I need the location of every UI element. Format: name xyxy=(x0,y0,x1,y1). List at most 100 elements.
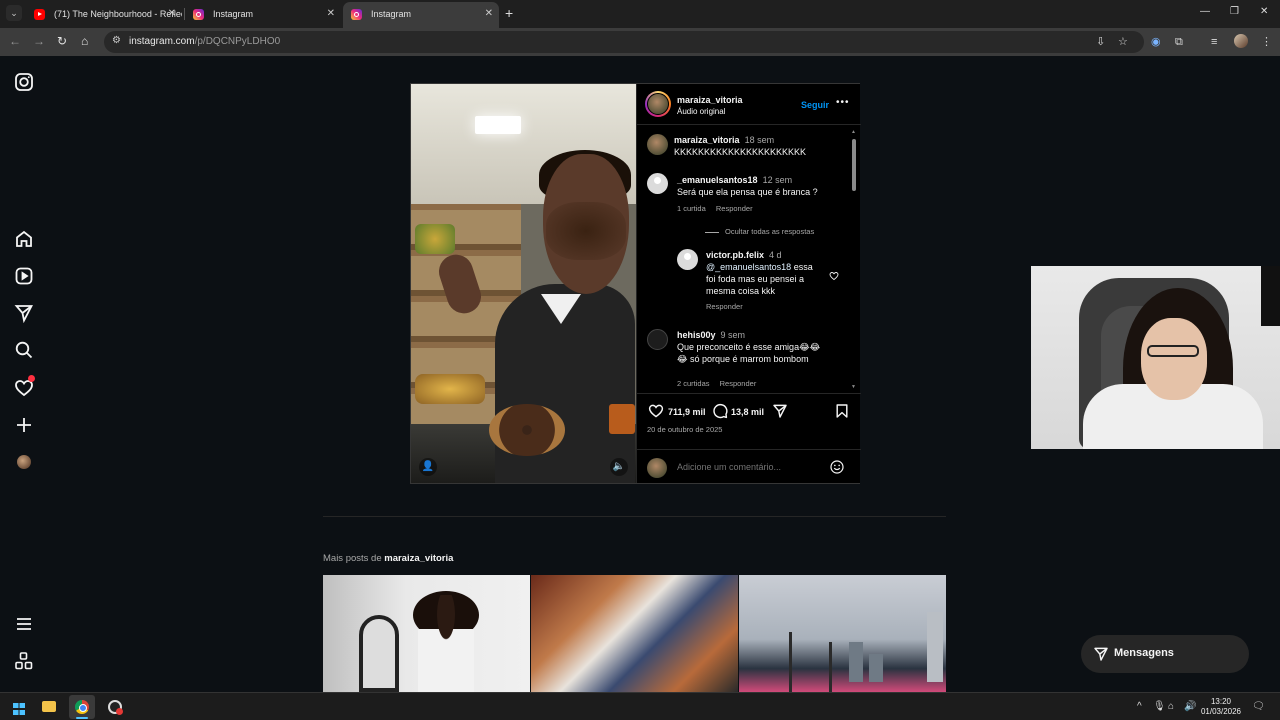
like-comment-icon[interactable] xyxy=(829,271,839,281)
comment-input[interactable]: Adicione um comentário... xyxy=(677,462,781,472)
instagram-logo-icon[interactable] xyxy=(14,72,34,92)
comment-username[interactable]: _emanuelsantos18 xyxy=(677,175,758,185)
browser-tab-instagram[interactable]: Instagram ✕ xyxy=(185,3,341,25)
browser-menu-icon[interactable]: ⋮ xyxy=(1261,35,1272,49)
comment-icon[interactable] xyxy=(712,403,728,419)
notifications-heart-icon[interactable] xyxy=(14,375,35,398)
volume-icon[interactable]: 🔈 xyxy=(610,458,628,476)
comments-count[interactable]: 13,8 mil xyxy=(731,407,764,417)
network-icon[interactable]: ⌂ xyxy=(1168,701,1174,713)
comment-text: Será que ela pensa que é branca ? xyxy=(677,187,818,197)
comment-header: maraiza_vitoria 18 sem xyxy=(674,134,774,146)
author-avatar[interactable] xyxy=(645,91,671,117)
likes-count[interactable]: 711,9 mil xyxy=(668,407,706,417)
forward-icon[interactable]: → xyxy=(33,34,45,48)
tray-chevron-icon[interactable]: ^ xyxy=(1137,701,1142,713)
back-icon[interactable]: ← xyxy=(9,34,21,48)
tab-search-button[interactable]: ⌄ xyxy=(6,5,22,21)
comment-likes[interactable]: 1 curtida xyxy=(677,204,706,213)
browser-profile-avatar[interactable] xyxy=(1234,34,1248,48)
reading-list-icon[interactable]: ≡ xyxy=(1211,35,1217,49)
commenter-avatar[interactable] xyxy=(647,329,668,350)
thumbnail-palm xyxy=(789,632,792,692)
close-tab-icon[interactable]: ✕ xyxy=(485,2,493,26)
system-clock[interactable]: 13:20 01/03/2026 xyxy=(1196,697,1246,717)
comment-username[interactable]: hehis00y xyxy=(677,330,716,340)
comment-time: 18 sem xyxy=(744,135,775,145)
hide-replies-button[interactable]: Ocultar todas as respostas xyxy=(725,227,814,236)
browser-toolbar: ← → ↻ ⌂ ⚙ instagram.com/p/DQCNPyLDHO0 ⇩ … xyxy=(0,28,1280,56)
window-close-icon[interactable]: ✕ xyxy=(1260,6,1268,17)
tagged-user-icon[interactable]: 👤 xyxy=(419,458,437,476)
browser-tab-youtube[interactable]: (71) The Neighbourhood - Reflec ✕ xyxy=(26,3,182,25)
site-info-icon[interactable]: ⚙ xyxy=(112,35,121,46)
commenter-avatar[interactable] xyxy=(647,173,668,194)
url-path: /p/DQCNPyLDHO0 xyxy=(194,36,281,47)
new-tab-button[interactable]: + xyxy=(505,5,513,21)
scroll-down-arrow-icon[interactable]: ▼ xyxy=(851,384,856,390)
author-username[interactable]: maraiza_vitoria xyxy=(677,95,743,105)
address-bar[interactable]: ⚙ instagram.com/p/DQCNPyLDHO0 ⇩ ☆ xyxy=(104,31,1144,53)
more-post-thumbnail[interactable] xyxy=(531,575,738,692)
thumbnail-palm xyxy=(829,642,832,692)
comments-scrollbar[interactable]: ▲ ▼ xyxy=(850,129,858,391)
taskbar-file-explorer[interactable] xyxy=(36,695,62,719)
notification-dot xyxy=(28,375,35,382)
home-icon[interactable] xyxy=(14,229,34,249)
microphone-icon[interactable]: 🎙 xyxy=(1153,701,1166,713)
extension-icon[interactable]: ◉ xyxy=(1151,35,1161,49)
volume-tray-icon[interactable]: 🔊 xyxy=(1184,701,1196,713)
comment-likes[interactable]: 2 curtidas xyxy=(677,379,710,388)
taskbar-obs[interactable] xyxy=(102,695,128,719)
clock-date: 01/03/2026 xyxy=(1200,707,1242,716)
folder-icon xyxy=(42,701,56,712)
audio-label[interactable]: Áudio original xyxy=(677,107,725,116)
reels-icon[interactable] xyxy=(14,266,34,286)
bookmark-star-icon[interactable]: ☆ xyxy=(1118,35,1128,49)
more-post-thumbnail[interactable] xyxy=(739,575,946,692)
browser-tab-instagram-active[interactable]: Instagram ✕ xyxy=(343,2,499,28)
reply-button[interactable]: Responder xyxy=(716,204,753,213)
start-button[interactable] xyxy=(3,695,29,719)
follow-button[interactable]: Seguir xyxy=(801,100,829,110)
messages-label: Mensagens xyxy=(1114,647,1174,659)
notification-center-icon[interactable]: 🗨 xyxy=(1252,701,1265,713)
post-video[interactable]: 👤 🔈 xyxy=(411,84,636,483)
more-post-thumbnail[interactable] xyxy=(323,575,530,692)
reply-button[interactable]: Responder xyxy=(720,379,757,388)
save-bookmark-icon[interactable] xyxy=(834,403,850,419)
comment-mention[interactable]: @_emanuelsantos18 xyxy=(706,262,791,272)
url-text[interactable]: instagram.com/p/DQCNPyLDHO0 xyxy=(129,36,280,47)
share-icon[interactable] xyxy=(772,403,788,419)
commenter-avatar[interactable] xyxy=(647,134,668,155)
apps-icon[interactable] xyxy=(14,651,34,671)
reply-button[interactable]: Responder xyxy=(706,302,743,311)
profile-avatar[interactable] xyxy=(17,455,31,469)
instagram-icon xyxy=(351,9,362,20)
home-icon[interactable]: ⌂ xyxy=(81,34,88,48)
create-icon[interactable] xyxy=(14,415,34,435)
comment-username[interactable]: victor.pb.felix xyxy=(706,250,764,260)
taskbar-chrome[interactable] xyxy=(69,695,95,719)
comments-list[interactable]: maraiza_vitoria 18 sem KKKKKKKKKKKKKKKKK… xyxy=(637,125,861,393)
current-user-avatar xyxy=(647,458,667,478)
direct-icon[interactable] xyxy=(14,303,34,324)
extensions-puzzle-icon[interactable]: ⧉ xyxy=(1175,35,1183,49)
messages-button[interactable]: Mensagens xyxy=(1081,635,1249,673)
comment-username[interactable]: maraiza_vitoria xyxy=(674,135,740,145)
more-posts-username[interactable]: maraiza_vitoria xyxy=(384,553,453,564)
more-options-button[interactable]: ••• xyxy=(836,97,850,108)
close-tab-icon[interactable]: ✕ xyxy=(327,3,335,25)
search-icon[interactable] xyxy=(14,340,34,360)
restore-icon[interactable]: ❐ xyxy=(1230,6,1239,17)
commenter-avatar[interactable] xyxy=(677,249,698,270)
scroll-up-arrow-icon[interactable]: ▲ xyxy=(851,129,856,135)
scrollbar-thumb[interactable] xyxy=(852,139,856,191)
minimize-icon[interactable]: — xyxy=(1200,6,1210,17)
menu-icon[interactable] xyxy=(14,614,34,634)
like-icon[interactable] xyxy=(648,403,664,419)
install-app-icon[interactable]: ⇩ xyxy=(1096,35,1105,49)
close-tab-icon[interactable]: ✕ xyxy=(168,3,176,25)
reload-icon[interactable]: ↻ xyxy=(57,34,67,48)
emoji-icon[interactable] xyxy=(829,459,845,475)
